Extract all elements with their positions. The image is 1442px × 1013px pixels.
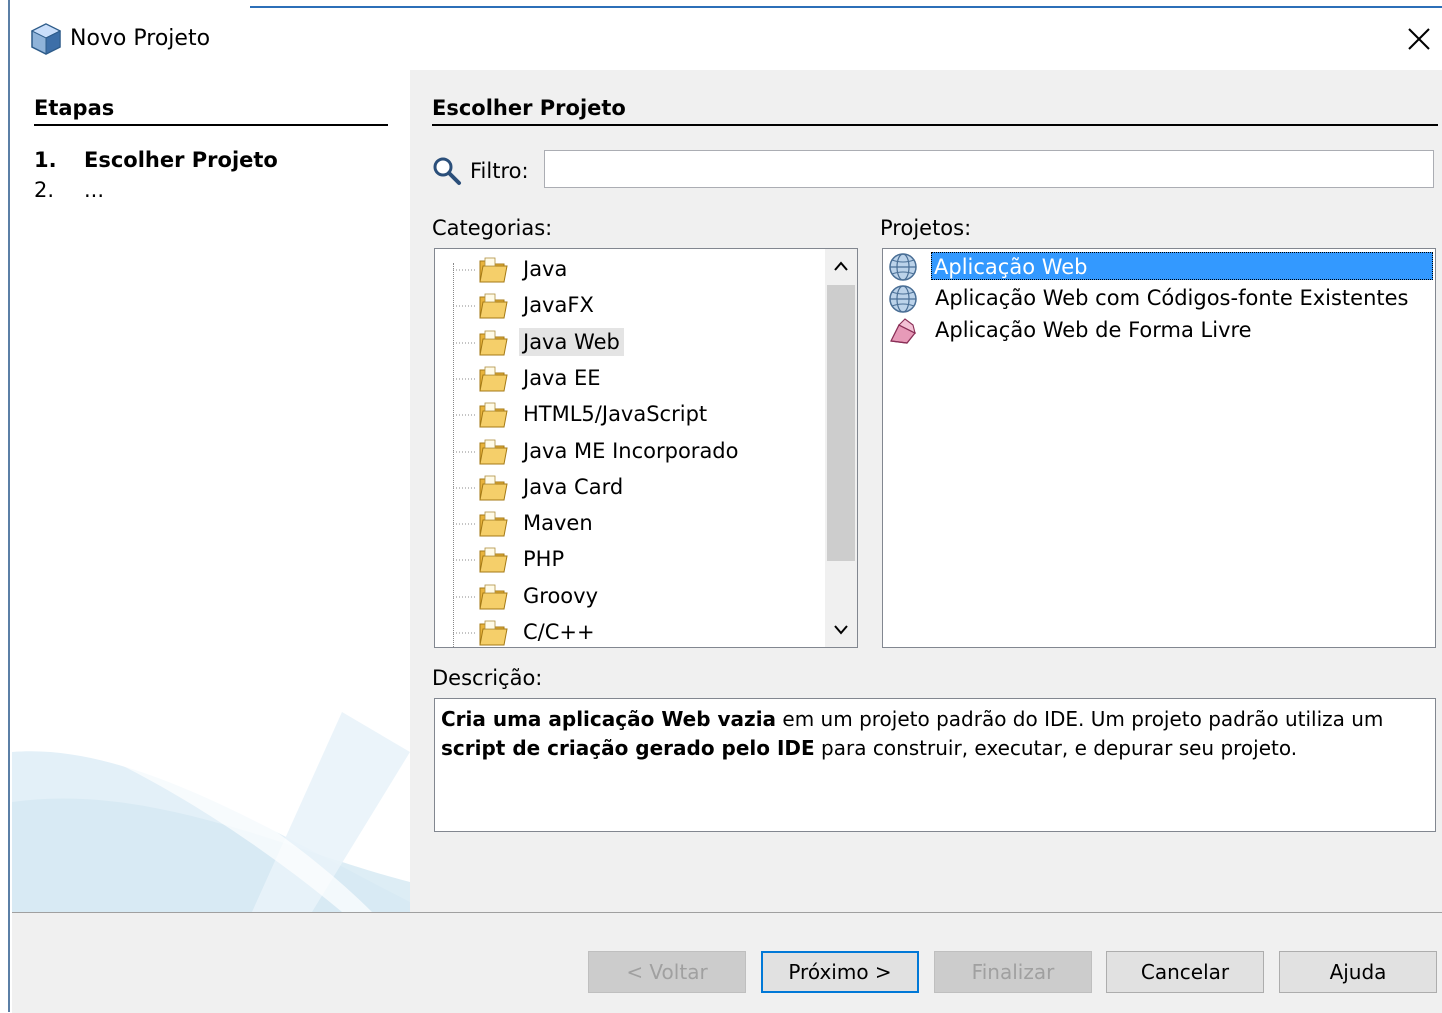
tree-connector xyxy=(453,632,475,634)
window-border xyxy=(0,0,10,1012)
folder-icon xyxy=(479,439,508,464)
tree-connector xyxy=(453,596,475,598)
category-label: HTML5/JavaScript xyxy=(523,402,708,427)
category-label: Java xyxy=(523,257,568,281)
window-title: Novo Projeto xyxy=(70,26,211,51)
project-item[interactable]: Aplicação Web xyxy=(885,251,1433,283)
tree-connector xyxy=(453,523,475,525)
tree-connector xyxy=(453,414,475,416)
help-button[interactable]: Ajuda xyxy=(1279,951,1437,993)
category-item[interactable]: Java Web xyxy=(435,326,825,360)
folder-icon xyxy=(479,293,508,319)
back-button[interactable]: < Voltar xyxy=(588,951,746,993)
category-label: C/C++ xyxy=(523,620,595,644)
search-icon xyxy=(433,157,461,185)
projects-label: Projetos: xyxy=(880,216,972,240)
category-item[interactable]: Java EE xyxy=(435,362,825,396)
folder-icon xyxy=(479,511,508,537)
window-top-border xyxy=(10,0,1442,8)
tree-connector xyxy=(453,305,475,307)
scroll-up-button[interactable] xyxy=(825,249,857,283)
category-label: Java Web xyxy=(519,327,624,356)
step-number: 2. xyxy=(34,178,55,202)
close-icon xyxy=(1408,28,1430,50)
step-label: Escolher Projeto xyxy=(84,148,278,172)
category-label: Groovy xyxy=(523,583,598,608)
project-item[interactable]: Aplicação Web com Códigos-fonte Existent… xyxy=(885,283,1433,315)
decorative-swoosh xyxy=(12,712,410,912)
scroll-down-button[interactable] xyxy=(825,613,857,647)
folder-icon xyxy=(479,257,508,283)
tree-connector xyxy=(453,451,475,452)
folder-icon xyxy=(479,475,508,501)
category-label: PHP xyxy=(523,547,565,572)
categories-tree[interactable]: Java JavaFX Java Web Java EE HTML5/JavaScrip… xyxy=(434,248,858,648)
chevron-down-icon xyxy=(834,625,848,635)
category-item[interactable]: Groovy xyxy=(435,580,825,614)
category-item[interactable]: C/C++ xyxy=(435,616,825,647)
description-text-2: para construir, executar, e depurar seu … xyxy=(814,736,1298,760)
tree-connector xyxy=(453,559,475,561)
steps-pane: Etapas 1. Escolher Projeto 2.... xyxy=(12,70,410,912)
folder-icon xyxy=(479,366,508,392)
close-button[interactable] xyxy=(1398,18,1440,60)
project-label: Aplicação Web xyxy=(931,252,1433,280)
finish-button[interactable]: Finalizar xyxy=(934,951,1092,993)
category-item[interactable]: Java Card xyxy=(435,471,825,505)
next-button[interactable]: Próximo > xyxy=(761,951,919,993)
project-label: Aplicação Web com Códigos-fonte Existent… xyxy=(935,286,1409,310)
folder-icon xyxy=(479,402,508,428)
project-label: Aplicação Web de Forma Livre xyxy=(935,318,1252,342)
step-number: 1. xyxy=(34,148,57,172)
projects-list[interactable]: Aplicação Web Aplicação Web com Códigos-f… xyxy=(882,248,1436,648)
description-bold-2: script de criação gerado pelo IDE xyxy=(441,736,815,760)
categories-scrollbar[interactable] xyxy=(825,249,857,647)
category-item[interactable]: PHP xyxy=(435,543,825,577)
step-2: 2.... xyxy=(34,178,104,202)
netbeans-cube-icon xyxy=(30,23,62,55)
tree-connector xyxy=(453,269,475,271)
step-1: 1. Escolher Projeto xyxy=(34,148,278,172)
panel-title: Escolher Projeto xyxy=(432,96,626,120)
categories-label: Categorias: xyxy=(432,216,553,240)
cancel-button[interactable]: Cancelar xyxy=(1106,951,1264,993)
description-box: Cria uma aplicação Web vazia em um proje… xyxy=(434,698,1436,832)
category-item[interactable]: JavaFX xyxy=(435,289,825,323)
tree-connector xyxy=(453,342,475,344)
filter-input[interactable] xyxy=(544,150,1434,188)
steps-divider xyxy=(34,124,388,126)
filter-label: Filtro: xyxy=(470,159,529,183)
category-label: Maven xyxy=(523,511,593,536)
category-item[interactable]: Java xyxy=(435,253,825,287)
free-form-icon xyxy=(890,318,917,344)
description-label: Descrição: xyxy=(432,666,543,690)
steps-title: Etapas xyxy=(34,96,115,120)
category-item[interactable]: Java ME Incorporado xyxy=(435,435,825,469)
category-item[interactable]: HTML5/JavaScript xyxy=(435,398,825,432)
step-label: ... xyxy=(84,178,105,202)
globe-icon xyxy=(889,253,917,281)
project-item[interactable]: Aplicação Web de Forma Livre xyxy=(885,315,1433,347)
globe-icon xyxy=(889,285,917,313)
choose-project-panel: Escolher Projeto Filtro: Categorias: Pro… xyxy=(410,70,1442,912)
folder-icon xyxy=(479,547,508,573)
new-project-dialog: Novo Projeto Etapas 1. Escolher Projeto 2… xyxy=(0,0,1442,1013)
folder-icon xyxy=(479,620,508,646)
category-label: JavaFX xyxy=(523,293,594,318)
folder-icon xyxy=(479,584,508,610)
category-label: Java Card xyxy=(523,474,624,499)
panel-divider xyxy=(432,124,1438,126)
title-bar[interactable]: Novo Projeto xyxy=(12,8,1442,70)
folder-icon xyxy=(479,330,508,356)
description-bold-1: Cria uma aplicação Web vazia xyxy=(441,707,777,731)
tree-connector xyxy=(453,487,475,489)
chevron-up-icon xyxy=(834,261,848,271)
scroll-thumb[interactable] xyxy=(827,285,855,561)
category-label: Java ME Incorporado xyxy=(523,438,739,463)
tree-connector xyxy=(453,378,475,380)
category-label: Java EE xyxy=(523,365,601,390)
button-bar: < Voltar Próximo > Finalizar Cancelar Aj… xyxy=(12,912,1442,1013)
category-item[interactable]: Maven xyxy=(435,507,825,541)
description-text-1: em um projeto padrão do IDE. Um projeto … xyxy=(776,707,1384,731)
